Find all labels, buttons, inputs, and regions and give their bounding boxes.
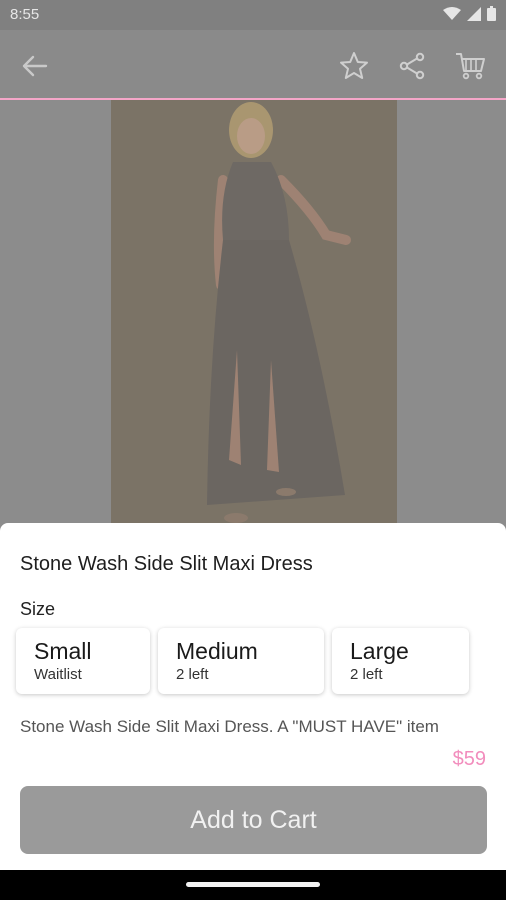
size-options: Small Waitlist Medium 2 left Large 2 lef… [16,628,469,694]
wifi-icon [443,6,461,20]
back-arrow-icon [22,55,48,77]
favorite-button[interactable] [334,46,374,86]
size-name: Large [350,638,409,664]
product-image-area[interactable] [0,100,506,530]
battery-icon [487,6,496,21]
cart-icon [456,53,485,80]
status-bar: 8:55 [0,0,506,30]
signal-icon [467,6,481,21]
status-icons [443,6,496,21]
back-button[interactable] [14,46,54,86]
size-availability: 2 left [350,666,383,683]
star-icon [340,52,368,79]
add-to-cart-button[interactable]: Add to Cart [20,786,487,854]
product-photo[interactable] [111,100,397,530]
size-heading: Size [20,599,56,619]
size-availability: Waitlist [34,666,82,683]
system-nav-bar [0,870,506,900]
home-gesture-handle[interactable] [186,882,320,887]
share-icon [399,52,425,80]
size-name: Small [34,638,92,664]
product-title: Stone Wash Side Slit Maxi Dress [20,553,313,575]
size-name: Medium [176,638,258,664]
cart-button[interactable] [450,46,490,86]
dress-illustration [111,100,397,530]
size-option-medium[interactable]: Medium 2 left [158,628,324,694]
product-price: $59 [452,748,486,770]
description-fade [0,733,506,743]
size-option-large[interactable]: Large 2 left [332,628,469,694]
app-bar [0,30,506,100]
product-details-sheet: Stone Wash Side Slit Maxi Dress Size Sma… [0,523,506,900]
share-button[interactable] [392,46,432,86]
size-option-small[interactable]: Small Waitlist [16,628,150,694]
size-availability: 2 left [176,666,209,683]
status-time: 8:55 [10,6,40,23]
